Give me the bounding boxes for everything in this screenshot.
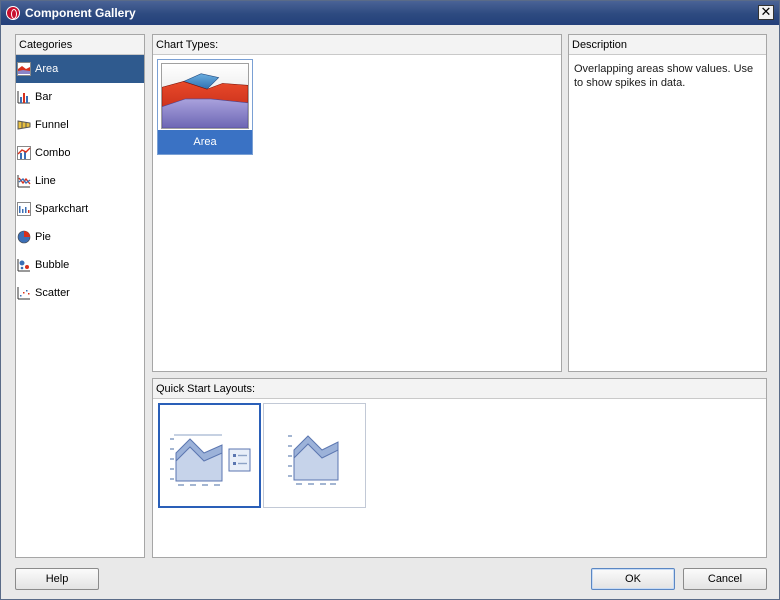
dialog-title: Component Gallery [25,6,136,20]
category-label: Pie [35,231,51,243]
category-item-scatter[interactable]: Scatter [16,279,144,307]
layout-preview-no-legend-icon [288,435,339,485]
categories-header: Categories [16,35,144,55]
category-item-sparkchart[interactable]: Sparkchart [16,195,144,223]
help-button-label: Help [45,573,69,585]
description-header-label: Description [572,39,628,51]
cancel-button-label: Cancel [707,573,743,585]
category-label: Funnel [35,119,69,131]
layout-with-legend[interactable] [158,403,261,508]
line-chart-icon [17,175,31,188]
ok-button[interactable]: OK [591,568,675,590]
categories-panel: Categories Area Bar Funnel Combo Line Sp… [15,34,145,558]
funnel-chart-icon [17,120,31,130]
category-item-bubble[interactable]: Bubble [16,251,144,279]
area-chart-icon [17,62,31,76]
oracle-logo-icon [6,6,20,20]
description-panel: Description Overlapping areas show value… [568,34,767,372]
category-label: Bar [35,91,53,103]
layout-preview-with-legend-icon [170,434,251,486]
chart-types-header: Chart Types: [153,35,561,55]
title-bar[interactable]: Component Gallery ✕ [1,1,779,25]
chart-type-tile-area[interactable]: Area [157,59,253,155]
category-item-bar[interactable]: Bar [16,83,144,111]
combo-chart-icon [17,146,31,160]
close-button[interactable]: ✕ [758,5,774,20]
pie-chart-icon [17,230,31,244]
category-item-combo[interactable]: Combo [16,139,144,167]
category-item-funnel[interactable]: Funnel [16,111,144,139]
quick-start-panel: Quick Start Layouts: [152,378,767,558]
description-header: Description [569,35,766,55]
chart-types-panel: Chart Types: Area [152,34,562,372]
area-chart-thumbnail [161,63,249,129]
categories-header-label: Categories [19,39,73,51]
cancel-button[interactable]: Cancel [683,568,767,590]
category-item-pie[interactable]: Pie [16,223,144,251]
scatter-chart-icon [17,287,30,300]
category-item-area[interactable]: Area [16,55,144,83]
category-label: Sparkchart [35,203,89,215]
categories-list: Area Bar Funnel Combo Line Sparkchart Pi… [16,55,144,307]
ok-button-label: OK [625,573,641,585]
bubble-chart-icon [17,259,30,272]
layout-without-legend[interactable] [263,403,366,508]
description-text: Overlapping areas show values. Use to sh… [574,63,754,89]
sparkchart-icon [17,202,31,216]
category-label: Line [35,175,56,187]
chart-types-header-label: Chart Types: [156,39,219,51]
category-label: Combo [35,147,71,159]
component-gallery-dialog: Component Gallery ✕ Categories Area Bar … [0,0,780,600]
chart-type-label: Area [158,130,252,154]
category-label: Bubble [35,259,70,271]
category-item-line[interactable]: Line [16,167,144,195]
help-button[interactable]: Help [15,568,99,590]
quick-start-header-label: Quick Start Layouts: [156,383,256,395]
category-label: Area [35,63,59,75]
quick-start-header: Quick Start Layouts: [153,379,766,399]
bar-chart-icon [17,91,30,104]
category-label: Scatter [35,287,70,299]
